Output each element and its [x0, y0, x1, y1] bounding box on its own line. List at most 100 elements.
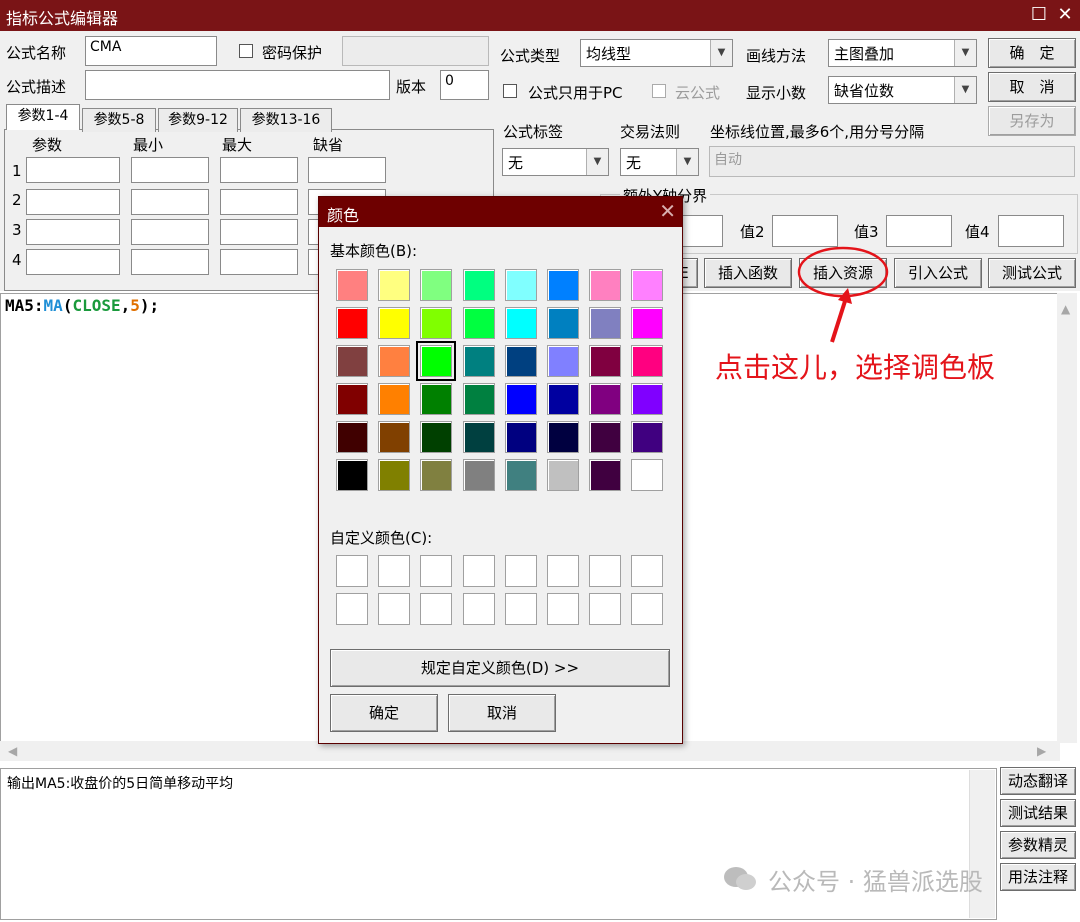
- param-min-input[interactable]: [131, 249, 209, 275]
- save-as-button: 另存为: [988, 106, 1076, 136]
- formula-tag-select[interactable]: 无 ▼: [502, 148, 609, 176]
- custom-color-swatch[interactable]: [336, 593, 368, 625]
- tab-params-13-16[interactable]: 参数13-16: [240, 108, 332, 132]
- custom-color-swatch[interactable]: [631, 555, 664, 587]
- param-row-number: 1: [12, 162, 22, 180]
- param-max-input[interactable]: [220, 189, 298, 215]
- axis-value1-input[interactable]: [680, 215, 723, 247]
- watermark-text: 公众号 · 猛兽派选股: [768, 868, 983, 896]
- test-result-button[interactable]: 测试结果: [1000, 799, 1076, 827]
- draw-method-select[interactable]: 主图叠加 ▼: [828, 39, 977, 67]
- custom-color-swatch[interactable]: [589, 555, 622, 587]
- param-header-name: 参数: [32, 136, 63, 154]
- version-label: 版本: [396, 78, 427, 96]
- decimal-label: 显示小数: [746, 84, 807, 102]
- custom-color-swatch[interactable]: [420, 555, 453, 587]
- pc-only-checkbox[interactable]: [503, 84, 517, 98]
- scroll-right-icon[interactable]: ▶: [1037, 744, 1046, 758]
- param-header-default: 缺省: [313, 136, 344, 154]
- trade-rule-label: 交易法则: [620, 123, 681, 141]
- cancel-button[interactable]: 取 消: [988, 72, 1076, 102]
- param-row-number: 2: [12, 191, 22, 209]
- custom-color-swatch[interactable]: [420, 593, 453, 625]
- param-name-input[interactable]: [26, 189, 120, 215]
- dynamic-translate-button[interactable]: 动态翻译: [1000, 767, 1076, 795]
- chevron-down-icon: ▼: [710, 40, 732, 66]
- dialog-cancel-button[interactable]: 取消: [448, 694, 556, 732]
- custom-color-swatch[interactable]: [547, 555, 579, 587]
- param-min-input[interactable]: [131, 189, 209, 215]
- cloud-checkbox: [652, 84, 666, 98]
- param-header-max: 最大: [222, 136, 253, 154]
- cloud-label: 云公式: [675, 84, 721, 102]
- coord-line-label: 坐标线位置,最多6个,用分号分隔: [710, 123, 925, 141]
- custom-color-swatch[interactable]: [547, 593, 579, 625]
- tab-params-5-8[interactable]: 参数5-8: [82, 108, 156, 132]
- custom-color-swatch[interactable]: [462, 555, 495, 587]
- custom-color-swatch[interactable]: [336, 555, 368, 587]
- chevron-down-icon: ▼: [954, 77, 976, 103]
- tab-params-9-12[interactable]: 参数9-12: [158, 108, 238, 132]
- import-formula-button[interactable]: 引入公式: [894, 258, 982, 288]
- scroll-left-icon[interactable]: ◀: [8, 744, 17, 758]
- editor-horizontal-scrollbar[interactable]: [0, 741, 1060, 761]
- custom-color-swatch[interactable]: [631, 593, 664, 625]
- password-input: [342, 36, 489, 66]
- version-input[interactable]: 0: [440, 70, 489, 100]
- chevron-down-icon: ▼: [954, 40, 976, 66]
- custom-color-swatch[interactable]: [462, 593, 495, 625]
- test-formula-button[interactable]: 测试公式: [988, 258, 1076, 288]
- color-dialog: 颜色 ✕ 基本颜色(B): 自定义颜色(C): 规定自定义颜色(D) >> 确定…: [318, 196, 683, 744]
- formula-desc-input[interactable]: [85, 70, 390, 100]
- scroll-up-icon[interactable]: ▲: [1061, 302, 1070, 316]
- param-min-input[interactable]: [131, 219, 209, 245]
- dialog-ok-button[interactable]: 确定: [330, 694, 438, 732]
- param-max-input[interactable]: [220, 249, 298, 275]
- maximize-icon[interactable]: ☐: [1028, 4, 1050, 26]
- formula-tag-label: 公式标签: [503, 123, 564, 141]
- code-line: MA5:MA(CLOSE,5);: [5, 296, 160, 315]
- custom-color-swatch[interactable]: [378, 555, 411, 587]
- chevron-down-icon: ▼: [676, 149, 698, 175]
- wechat-icon: [722, 865, 758, 893]
- close-icon[interactable]: ✕: [1054, 4, 1076, 26]
- param-name-input[interactable]: [26, 219, 120, 245]
- password-checkbox[interactable]: [239, 44, 253, 58]
- param-header-min: 最小: [133, 136, 164, 154]
- title-bar: [0, 0, 1080, 31]
- insert-function-button[interactable]: 插入函数: [704, 258, 792, 288]
- editor-vertical-scrollbar[interactable]: [1057, 293, 1077, 743]
- draw-method-label: 画线方法: [746, 47, 807, 65]
- window-title: 指标公式编辑器: [6, 9, 119, 28]
- param-default-input[interactable]: [308, 157, 386, 183]
- formula-name-input[interactable]: CMA: [85, 36, 217, 66]
- custom-color-swatch[interactable]: [504, 593, 537, 625]
- annotation-circle-arrow: [797, 246, 889, 343]
- formula-name-label: 公式名称: [6, 44, 67, 62]
- param-min-input[interactable]: [131, 157, 209, 183]
- custom-color-swatch[interactable]: [378, 593, 411, 625]
- param-max-input[interactable]: [220, 219, 298, 245]
- chevron-down-icon: ▼: [586, 149, 608, 175]
- param-name-input[interactable]: [26, 157, 120, 183]
- custom-color-swatch[interactable]: [504, 555, 537, 587]
- formula-type-select[interactable]: 均线型 ▼: [580, 39, 733, 67]
- axis-value4-input[interactable]: [998, 215, 1064, 247]
- define-custom-colors-button[interactable]: 规定自定义颜色(D) >>: [330, 649, 670, 687]
- decimal-select[interactable]: 缺省位数 ▼: [828, 76, 977, 104]
- param-row-number: 3: [12, 221, 22, 239]
- output-description: 输出MA5:收盘价的5日简单移动平均: [0, 768, 997, 920]
- annotation-text: 点击这儿，选择调色板: [715, 351, 996, 384]
- param-wizard-button[interactable]: 参数精灵: [1000, 831, 1076, 859]
- param-max-input[interactable]: [220, 157, 298, 183]
- custom-color-swatch[interactable]: [589, 593, 622, 625]
- usage-notes-button[interactable]: 用法注释: [1000, 863, 1076, 891]
- trade-rule-select[interactable]: 无 ▼: [620, 148, 699, 176]
- axis-value2-label: 值2: [740, 223, 765, 241]
- custom-color-grid: [319, 197, 682, 637]
- param-name-input[interactable]: [26, 249, 120, 275]
- axis-value4-label: 值4: [965, 223, 990, 241]
- ok-button[interactable]: 确 定: [988, 38, 1076, 68]
- coord-line-input: 自动: [709, 146, 1075, 177]
- tab-params-1-4[interactable]: 参数1-4: [6, 104, 80, 130]
